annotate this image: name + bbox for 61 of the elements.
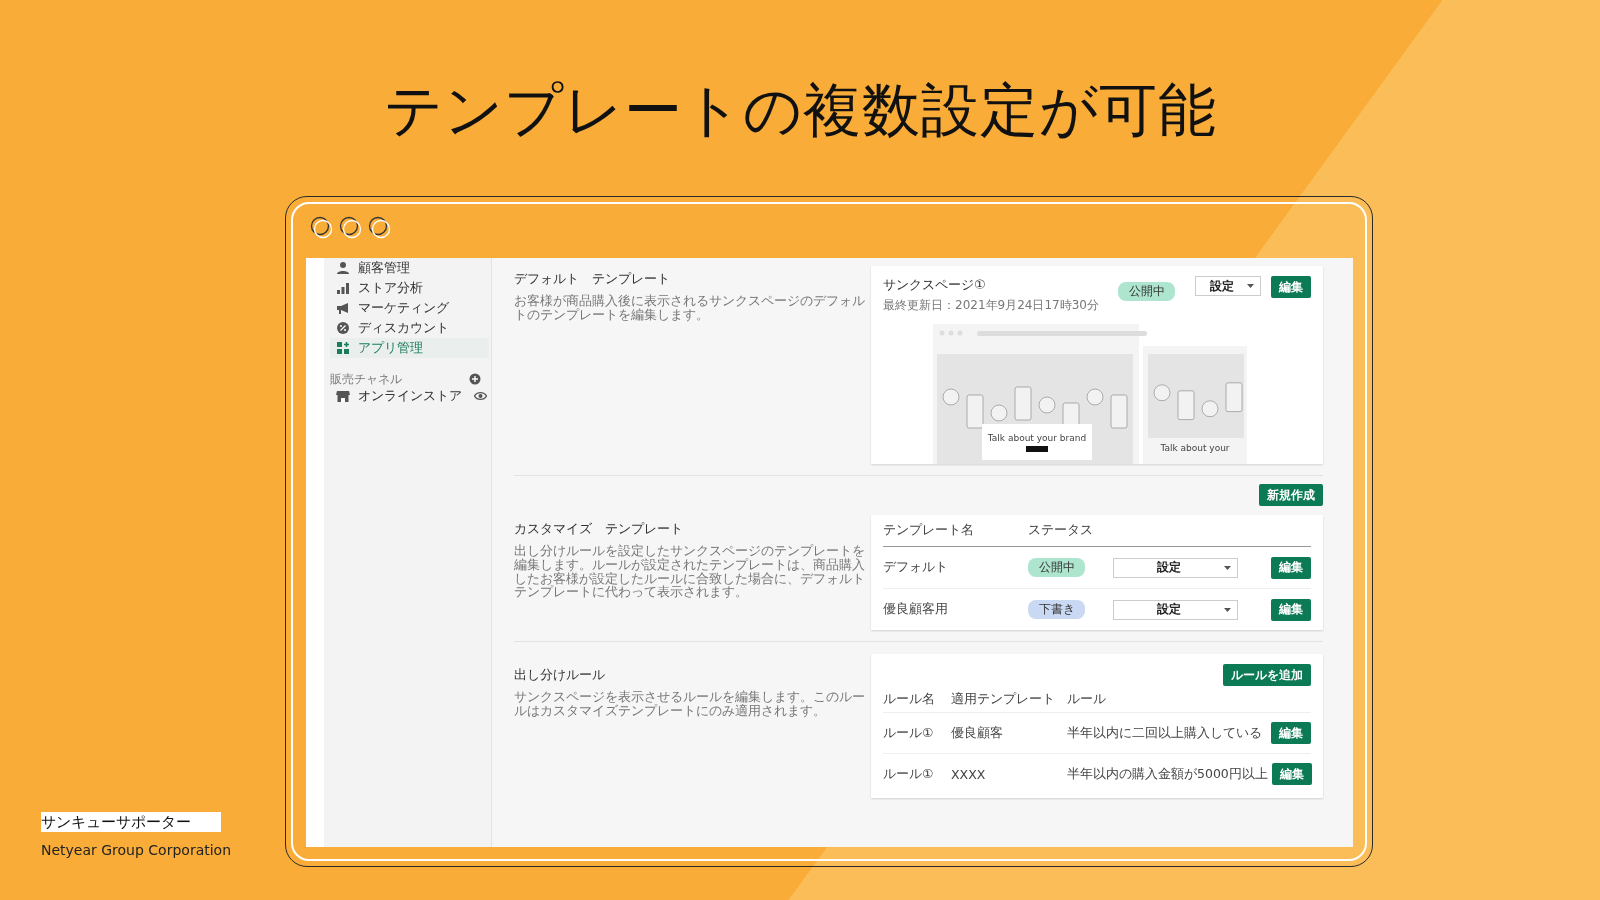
status-badge: 公開中 [1118, 282, 1175, 301]
table-cell-text: XXXX [951, 766, 987, 782]
footer-label: サンキューサポーター [41, 812, 221, 832]
table-cell: 半年以内の購入金額が5000円以上 [1067, 765, 1268, 783]
table-cell-text: 半年以内に二回以上購入している [1067, 724, 1263, 742]
caret-icon [1224, 565, 1231, 570]
sidebar-item[interactable]: ストア分析 [330, 278, 489, 298]
caret-icon [1224, 607, 1231, 612]
edit-button[interactable]: 編集 [1271, 598, 1311, 621]
last-updated-text: 最終更新日：2021年9月24日17時30分 [883, 297, 1100, 314]
page-title: サンクスページ① [883, 276, 987, 294]
window-dot-icon [368, 216, 392, 240]
storefront-icon [336, 389, 350, 403]
company-name: Netyear Group Corporation [41, 842, 232, 858]
status-badge: 公開中 [1028, 558, 1085, 577]
callout-text: Talk about your brand [987, 432, 1087, 443]
column-header: ルール [1067, 690, 1107, 708]
column-header: ステータス [1028, 522, 1094, 539]
add-rule-button[interactable]: ルールを追加 [1223, 664, 1311, 686]
sidebar-item[interactable]: オンラインストア [330, 386, 489, 406]
megaphone-icon [336, 301, 350, 315]
slide-title: テンプレートの複数設定が可能 [382, 75, 1218, 146]
edit-button[interactable]: 編集 [1271, 763, 1312, 785]
window-dot-icon [339, 216, 363, 240]
table-cell-text: 優良顧客用 [883, 601, 949, 618]
bar-chart-icon [336, 281, 350, 295]
shop-button-icon [1026, 445, 1048, 452]
column-header: ルール名 [883, 690, 936, 708]
status-badge: 下書き [1028, 600, 1085, 619]
settings-dropdown[interactable]: 設定 [1195, 276, 1261, 296]
sidebar-item[interactable]: アプリ管理 [330, 338, 489, 358]
window-dot-icon [310, 216, 334, 240]
add-icon [469, 373, 481, 385]
eye-icon [474, 391, 487, 401]
edit-button[interactable]: 編集 [1271, 556, 1311, 579]
caret-icon [1247, 284, 1254, 288]
table-cell-text: ルール① [883, 765, 935, 783]
sidebar-item[interactable]: 顧客管理 [330, 258, 489, 278]
table-cell-text: デフォルト [883, 559, 949, 576]
section-heading: カスタマイズ テンプレート [514, 520, 684, 538]
section-heading: デフォルト テンプレート [514, 270, 671, 288]
edit-button[interactable]: 編集 [1271, 276, 1311, 298]
settings-dropdown[interactable]: 設定 [1113, 599, 1238, 620]
column-header: テンプレート名 [883, 522, 975, 539]
column-header: 適用テンプレート [951, 690, 1056, 708]
callout-text: Talk about your [1160, 443, 1230, 453]
apps-grid-icon [336, 341, 350, 355]
section-description: 出し分けルールを設定したサンクスページのテンプレートを編集します。ルールが設定されたテンプレートは、商品購入したお客様が設定したルールに合致した場合に、デフォルトテンプレートに代わって表示されます。 [514, 544, 866, 599]
section-heading: 出し分けルール [514, 666, 606, 684]
edit-button[interactable]: 編集 [1271, 722, 1311, 744]
person-icon [336, 261, 350, 275]
section-description: お客様が商品購入後に表示されるサンクスページのデフォルトのテンプレートを編集します。 [514, 294, 866, 322]
table-cell-text: 優良顧客 [951, 724, 1004, 742]
discount-badge-icon [336, 321, 350, 335]
sidebar-item[interactable]: ディスカウント [330, 318, 489, 338]
section-heading: 販売チャネル [330, 370, 402, 388]
new-template-button[interactable]: 新規作成 [1259, 484, 1323, 506]
sidebar-item[interactable]: マーケティング [330, 298, 489, 318]
table-cell-text: ルール① [883, 724, 935, 742]
section-description: サンクスページを表示させるルールを編集します。このルールはカスタマイズテンプレートにのみ適用されます。 [514, 690, 866, 718]
settings-dropdown[interactable]: 設定 [1113, 557, 1238, 578]
